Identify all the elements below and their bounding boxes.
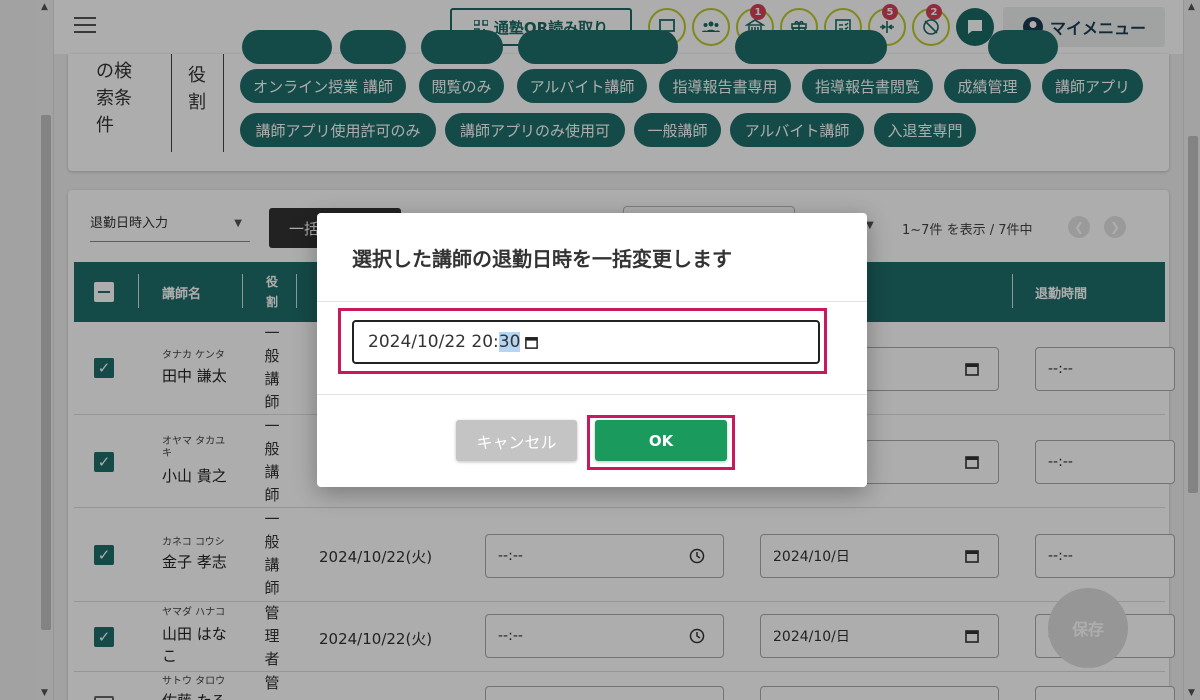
leave-datetime-input[interactable]: 2024/10/22 20: 30 — [352, 320, 820, 364]
divider — [317, 394, 867, 395]
divider — [317, 301, 867, 302]
calendar-icon[interactable] — [524, 335, 539, 350]
bulk-leave-time-dialog: 選択した講師の退勤日時を一括変更します 2024/10/22 20: 30 キャン… — [317, 213, 867, 487]
datetime-value: 2024/10/22 20: — [368, 332, 499, 352]
cancel-button[interactable]: キャンセル — [456, 420, 577, 461]
ok-button[interactable]: OK — [595, 420, 727, 461]
dialog-title: 選択した講師の退勤日時を一括変更します — [352, 247, 732, 271]
datetime-selected-segment: 30 — [498, 332, 521, 352]
